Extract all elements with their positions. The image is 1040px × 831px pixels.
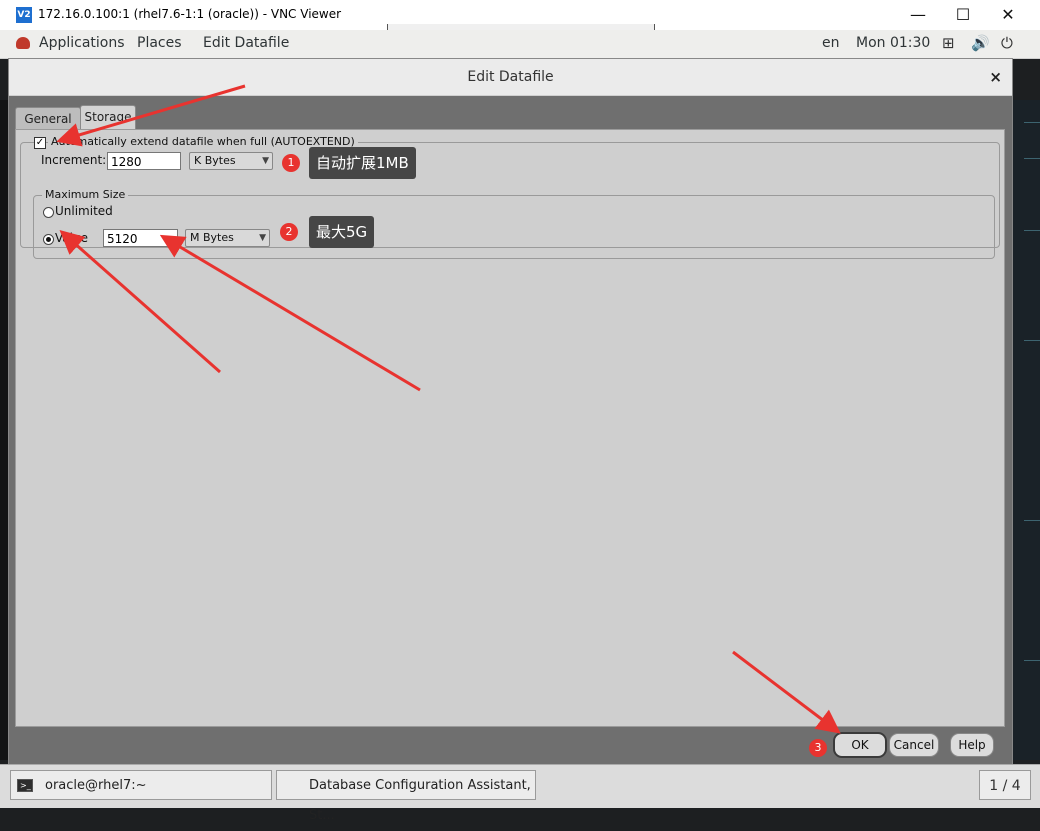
active-app-menu[interactable]: Edit Datafile [203,35,289,51]
dialog-titlebar: Edit Datafile × [9,59,1012,96]
vnc-logo-icon: V2 [16,7,32,23]
vnc-titlebar: V2 172.16.0.100:1 (rhel7.6-1:1 (oracle))… [0,0,1040,35]
storage-panel: ✓ Automatically extend datafile when ful… [15,129,1005,727]
clock[interactable]: Mon 01:30 [856,35,930,51]
applications-menu[interactable]: Applications [39,35,125,51]
dialog-close-button[interactable]: × [989,68,1002,86]
tab-general[interactable]: General [15,107,81,130]
taskbar-item-terminal[interactable]: >_ oracle@rhel7:~ [10,770,272,800]
taskbar-item-label: oracle@rhel7:~ [45,778,147,793]
max-size-unit-value: M Bytes [190,231,234,244]
places-menu[interactable]: Places [137,35,182,51]
gnome-top-bar: Applications Places Edit Datafile en Mon… [0,30,1040,59]
maximize-button[interactable]: ☐ [952,4,974,26]
vnc-window-title: 172.16.0.100:1 (rhel7.6-1:1 (oracle)) - … [38,7,342,21]
power-icon[interactable]: ⏻ [1001,34,1013,52]
cancel-button[interactable]: Cancel [889,733,939,757]
increment-input[interactable]: 1280 [107,152,181,170]
taskbar-item-label: Database Configuration Assistant, St... [309,778,531,823]
autoextend-checkbox[interactable]: ✓ [34,137,46,149]
minimize-button[interactable]: — [907,4,929,26]
annotation-badge-1: 1 [282,154,300,172]
dialog-title: Edit Datafile [467,69,554,85]
workspace-switcher[interactable]: 1 / 4 [979,770,1031,800]
value-label: Value [55,231,88,245]
annotation-callout-2: 最大5G [309,216,375,248]
taskbar-item-dbca[interactable]: Database Configuration Assistant, St... [276,770,536,823]
unlimited-radio[interactable] [43,207,54,218]
unlimited-label: Unlimited [55,204,113,218]
terminal-icon: >_ [17,779,33,792]
annotation-badge-3: 3 [809,739,827,757]
tab-storage[interactable]: Storage [80,105,136,130]
annotation-callout-1: 自动扩展1MB [309,147,416,179]
desktop-left-edge [0,100,8,760]
annotation-badge-2: 2 [280,223,298,241]
chevron-down-icon: ▼ [259,233,266,243]
increment-label: Increment: [41,153,107,167]
volume-icon[interactable]: 🔊 [971,34,990,52]
value-radio[interactable] [43,234,54,245]
desktop-right-edge [1012,100,1040,760]
redhat-icon [16,37,30,49]
autoextend-group: ✓ Automatically extend datafile when ful… [20,135,1000,259]
language-indicator[interactable]: en [822,35,840,51]
increment-unit-select[interactable]: K Bytes ▼ [189,152,273,170]
edit-datafile-dialog: Edit Datafile × General Storage ✓ Automa… [8,58,1013,766]
maximum-size-legend: Maximum Size [42,188,129,201]
max-size-input[interactable]: 5120 [103,229,178,247]
network-icon[interactable]: ⊞ [942,34,955,52]
taskbar: >_ oracle@rhel7:~ Database Configuration… [0,764,1040,823]
help-button[interactable]: Help [950,733,994,757]
chevron-down-icon: ▼ [262,156,269,166]
increment-unit-value: K Bytes [194,154,236,167]
ok-button[interactable]: OK [833,732,887,758]
maximum-size-group: Maximum Size Unlimited Value 5120 M Byte… [33,188,995,259]
close-window-button[interactable]: ✕ [997,4,1019,26]
max-size-unit-select[interactable]: M Bytes ▼ [185,229,270,247]
